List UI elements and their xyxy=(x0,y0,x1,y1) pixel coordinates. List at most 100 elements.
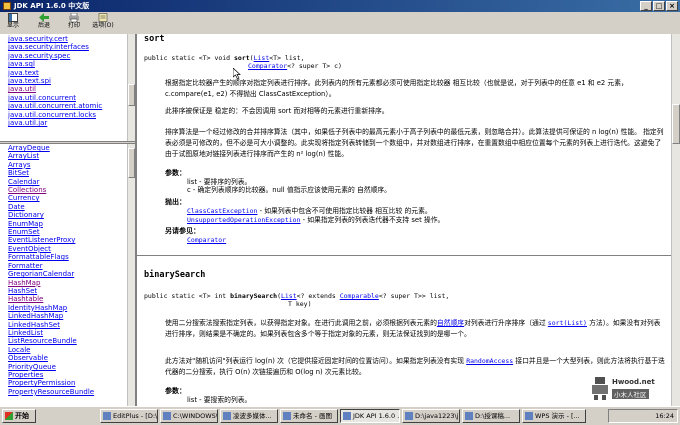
class-link[interactable]: EventListenerProxy xyxy=(0,236,128,244)
param-comparator: c - 确定列表顺序的比较器。null 值指示应该使用元素的 自然顺序。 xyxy=(187,186,391,194)
class-link[interactable]: ListResourceBundle xyxy=(0,337,128,345)
taskbar-item[interactable]: D:\授课稿... xyxy=(462,409,520,423)
class-link[interactable]: Observable xyxy=(0,354,128,362)
mouse-cursor-icon xyxy=(233,68,241,79)
package-link[interactable]: java.util.concurrent.atomic xyxy=(0,102,128,110)
class-link[interactable]: Locale xyxy=(0,346,128,354)
method-signature-binarysearch: public static <T> int binarySearch(List<… xyxy=(144,292,450,300)
show-pane-icon xyxy=(8,13,18,22)
help-app-icon xyxy=(3,2,11,10)
app-icon xyxy=(163,412,171,420)
class-link[interactable]: GregorianCalendar xyxy=(0,270,128,278)
package-scrollbar[interactable] xyxy=(127,34,135,141)
list-type-link[interactable]: List xyxy=(281,292,297,300)
app-icon xyxy=(103,412,111,420)
app-icon xyxy=(223,412,231,420)
taskbar-item-active[interactable]: JDK API 1.6.0 ... xyxy=(340,409,400,423)
taskbar-item[interactable]: C:\WINDOWS\... xyxy=(160,409,218,423)
package-link[interactable]: java.text.spi xyxy=(0,77,128,85)
throws-unsupported: UnsupportedOperationException - 如果指定列表的列… xyxy=(187,216,445,224)
list-type-link[interactable]: List xyxy=(254,54,270,62)
class-link[interactable]: Calendar xyxy=(0,178,128,186)
minimize-button[interactable]: _ xyxy=(640,1,652,11)
class-link[interactable]: LinkedHashSet xyxy=(0,321,128,329)
class-link[interactable]: Currency xyxy=(0,194,128,202)
taskbar-item[interactable]: 未命名 - 画图 xyxy=(280,409,338,423)
class-list: ArrayDeque ArrayList Arrays BitSet Calen… xyxy=(0,144,128,406)
unsupportedoperationexception-link[interactable]: UnsupportedOperationException xyxy=(187,216,301,224)
package-link[interactable]: java.util.jar xyxy=(0,119,128,127)
class-link[interactable]: FormattableFlags xyxy=(0,253,128,261)
scroll-thumb[interactable] xyxy=(672,104,680,144)
sort-stability-note: 此排序被保证是 稳定的：不会因调用 sort 而对相等的元素进行重新排序。 xyxy=(165,107,389,115)
class-link[interactable]: PriorityQueue xyxy=(0,363,128,371)
options-button[interactable]: 选项(O) xyxy=(90,13,116,33)
class-link[interactable]: EnumSet xyxy=(0,228,128,236)
sort-list-link[interactable]: sort(List) xyxy=(548,319,587,327)
class-link[interactable]: Properties xyxy=(0,371,128,379)
package-link[interactable]: java.security.cert xyxy=(0,35,128,43)
method-heading-binarysearch: binarySearch xyxy=(144,270,206,280)
method-heading-sort: sort xyxy=(144,34,165,44)
clock: 16:24 xyxy=(655,412,674,420)
comparable-type-link[interactable]: Comparable xyxy=(340,292,379,300)
watermark-logo: Hwood.net 小木人社区 xyxy=(590,376,670,402)
class-link[interactable]: EventObject xyxy=(0,245,128,253)
method-signature-binarysearch-line2: T key) xyxy=(288,300,312,308)
maximize-button[interactable]: □ xyxy=(653,1,665,11)
back-button[interactable]: 后退 xyxy=(34,13,54,33)
params-label: 参数： xyxy=(165,169,186,177)
class-link[interactable]: LinkedList xyxy=(0,329,128,337)
taskbar-item[interactable]: D:\java1223\jl... xyxy=(402,409,460,423)
package-link[interactable]: java.util xyxy=(0,85,128,93)
taskbar-item[interactable]: 凌波多媒体... xyxy=(220,409,278,423)
app-icon xyxy=(283,412,291,420)
class-link[interactable]: Collections xyxy=(0,186,128,194)
class-link[interactable]: LinkedHashMap xyxy=(0,312,128,320)
comparator-link[interactable]: Comparator xyxy=(187,236,226,244)
class-link[interactable]: BitSet xyxy=(0,169,128,177)
printer-icon xyxy=(69,13,79,22)
class-link[interactable]: PropertyResourceBundle xyxy=(0,388,128,396)
window-controls: _ □ × xyxy=(640,1,678,11)
package-link[interactable]: java.security.interfaces xyxy=(0,43,128,51)
window-title: JDK API 1.6.0 中文版 xyxy=(14,2,90,10)
class-link[interactable]: PropertyPermission xyxy=(0,379,128,387)
robot-figure-icon xyxy=(592,377,608,400)
taskbar-item[interactable]: WPS 演示 - [... xyxy=(522,409,586,423)
taskbar-item[interactable]: EditPlus - [D:\j... xyxy=(100,409,158,423)
package-link[interactable]: java.util.concurrent.locks xyxy=(0,111,128,119)
see-also-comparator: Comparator xyxy=(187,235,226,246)
class-link[interactable]: EnumMap xyxy=(0,220,128,228)
class-link[interactable]: HashSet xyxy=(0,287,128,295)
comparator-type-link[interactable]: Comparator xyxy=(248,62,287,70)
scroll-thumb[interactable] xyxy=(128,148,135,178)
class-link[interactable]: ArrayDeque xyxy=(0,144,128,152)
class-link[interactable]: Formatter xyxy=(0,262,128,270)
class-link[interactable]: ArrayList xyxy=(0,152,128,160)
package-link[interactable]: java.security.spec xyxy=(0,52,128,60)
scroll-thumb[interactable] xyxy=(128,84,135,106)
close-button[interactable]: × xyxy=(666,1,678,11)
param-list: list - 要搜索的列表。 xyxy=(187,396,252,404)
class-scrollbar[interactable] xyxy=(127,144,135,406)
package-link[interactable]: java.sql xyxy=(0,60,128,68)
app-icon xyxy=(525,412,533,420)
package-link[interactable]: java.util.concurrent xyxy=(0,94,128,102)
natural-ordering-link[interactable]: 自然顺序 xyxy=(437,319,464,327)
print-button[interactable]: 打印 xyxy=(64,13,84,33)
package-link[interactable]: java.text xyxy=(0,69,128,77)
class-link[interactable]: Hashtable xyxy=(0,295,128,303)
class-link[interactable]: IdentityHashMap xyxy=(0,304,128,312)
start-button[interactable]: 开始 xyxy=(2,409,36,423)
class-link[interactable]: Dictionary xyxy=(0,211,128,219)
windows-logo-icon xyxy=(5,412,13,420)
randomaccess-link[interactable]: RandomAccess xyxy=(466,357,513,365)
class-link[interactable]: Date xyxy=(0,203,128,211)
class-link[interactable]: Arrays xyxy=(0,161,128,169)
class-link[interactable]: HashMap xyxy=(0,279,128,287)
classcastexception-link[interactable]: ClassCastException xyxy=(187,207,257,215)
content-scrollbar[interactable] xyxy=(671,34,680,406)
show-button[interactable]: 显示 xyxy=(3,13,23,33)
app-icon xyxy=(405,412,413,420)
